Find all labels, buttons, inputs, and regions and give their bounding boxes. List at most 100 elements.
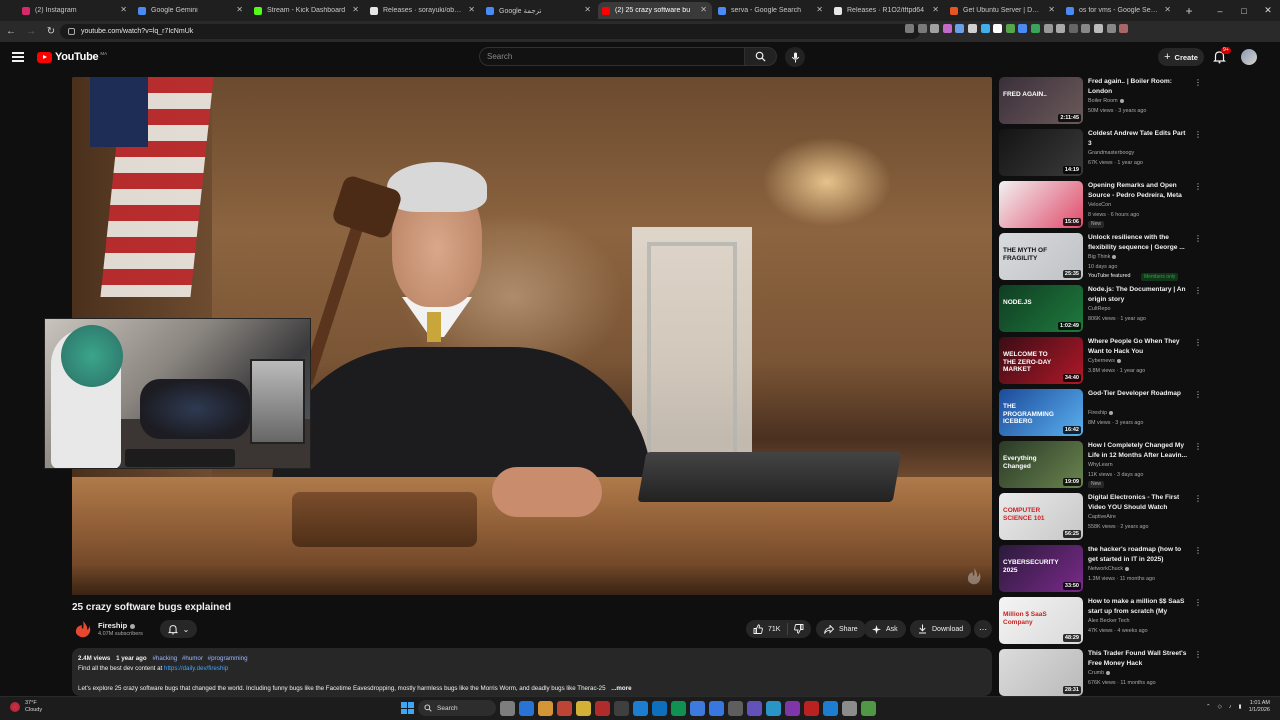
browser-tab[interactable]: (2) Instagram ✕ <box>18 2 132 19</box>
description-link[interactable]: https://daily.dev/fireship <box>164 665 228 672</box>
reload-icon[interactable]: ↻ <box>42 23 60 41</box>
browser-tab[interactable]: Google ترجمة ✕ <box>482 2 596 19</box>
extension-icon[interactable] <box>1056 24 1066 33</box>
recommended-video[interactable]: THE MYTH OF FRAGILITY 25:35 Unlock resilie… <box>999 233 1204 281</box>
video-thumbnail[interactable]: Million $ SaaS Company 48:29 <box>999 597 1083 644</box>
more-actions-button[interactable]: ⋯ <box>974 620 992 638</box>
recommended-video-title[interactable]: How to make a million $$ SaaS start up f… <box>1088 597 1188 616</box>
wifi-icon[interactable]: ◇ <box>1218 704 1222 710</box>
extension-icon[interactable] <box>1030 24 1040 33</box>
browser-tab[interactable]: os for vms - Google Search ✕ <box>1062 2 1176 19</box>
taskbar-app-icon[interactable] <box>538 700 553 716</box>
minimize-icon[interactable]: – <box>1208 0 1232 21</box>
extension-icon[interactable] <box>930 24 940 33</box>
video-thumbnail[interactable]: THE PROGRAMMING ICEBERG 16:42 <box>999 389 1083 436</box>
taskbar-app-icon[interactable] <box>614 700 629 716</box>
taskbar-search[interactable]: Search <box>418 700 496 716</box>
taskbar-app-icon[interactable] <box>671 700 686 716</box>
recommended-video[interactable]: THE PROGRAMMING ICEBERG 16:42 God-Tier Dev… <box>999 389 1204 437</box>
show-more-link[interactable]: ...more <box>611 685 631 692</box>
taskbar-app-icon[interactable] <box>747 700 762 716</box>
video-thumbnail[interactable]: 14:19 <box>999 129 1083 176</box>
extension-icon[interactable] <box>1043 24 1053 33</box>
more-vertical-icon[interactable]: ⋮ <box>1194 390 1202 399</box>
volume-icon[interactable]: ♪ <box>1229 704 1232 710</box>
taskbar-app-icon[interactable] <box>633 700 648 716</box>
more-vertical-icon[interactable]: ⋮ <box>1194 650 1202 659</box>
more-vertical-icon[interactable]: ⋮ <box>1194 546 1202 555</box>
like-button[interactable]: 71K <box>746 623 789 635</box>
more-vertical-icon[interactable]: ⋮ <box>1194 494 1202 503</box>
description-box[interactable]: 2.4M views 1 year ago #hacking #humor #p… <box>72 648 992 696</box>
extension-icon[interactable] <box>955 24 965 33</box>
close-tab-icon[interactable]: ✕ <box>700 5 707 14</box>
recommended-video[interactable]: Everything Changed 19:09 How I Completely … <box>999 441 1204 489</box>
windows-start-icon[interactable] <box>400 701 414 715</box>
video-thumbnail[interactable]: COMPUTER SCIENCE 101 56:25 <box>999 493 1083 540</box>
video-thumbnail[interactable]: WELCOME TO THE ZERO-DAY MARKET 34:40 <box>999 337 1083 384</box>
taskbar-app-icon[interactable] <box>842 700 857 716</box>
taskbar-app-icon[interactable] <box>785 700 800 716</box>
close-window-icon[interactable]: ✕ <box>1256 0 1280 21</box>
recommended-video[interactable]: NODE.JS 1:02:49 Node.js: The Documentary |… <box>999 285 1204 333</box>
recommended-channel[interactable]: Alex Becker Tech <box>1088 618 1130 624</box>
recommended-video[interactable]: 28:31 This Trader Found Wall Street's Fre… <box>999 649 1204 697</box>
recommended-video[interactable]: COMPUTER SCIENCE 101 56:25 Digital Electro… <box>999 493 1204 541</box>
taskbar-app-icon[interactable] <box>595 700 610 716</box>
close-tab-icon[interactable]: ✕ <box>816 5 823 14</box>
close-tab-icon[interactable]: ✕ <box>584 5 591 14</box>
more-vertical-icon[interactable]: ⋮ <box>1194 182 1202 191</box>
video-thumbnail[interactable]: THE MYTH OF FRAGILITY 25:35 <box>999 233 1083 280</box>
hashtag[interactable]: #humor <box>182 655 203 662</box>
video-thumbnail[interactable]: FRED AGAIN.. 2:11:45 <box>999 77 1083 124</box>
taskbar-app-icon[interactable] <box>557 700 572 716</box>
notifications-button[interactable]: 9+ <box>1213 47 1231 64</box>
taskbar-app-icon[interactable] <box>861 700 876 716</box>
taskbar-app-icon[interactable] <box>576 700 591 716</box>
taskbar-app-icon[interactable] <box>652 700 667 716</box>
recommended-video-title[interactable]: Where People Go When They Want to Hack Y… <box>1088 337 1188 356</box>
close-tab-icon[interactable]: ✕ <box>932 5 939 14</box>
hashtag[interactable]: #hacking <box>152 655 177 662</box>
video-thumbnail[interactable]: NODE.JS 1:02:49 <box>999 285 1083 332</box>
browser-tab[interactable]: Releases · sorayuki/obs-multi ✕ <box>366 2 480 19</box>
recommended-video-title[interactable]: This Trader Found Wall Street's Free Mon… <box>1088 649 1188 668</box>
extension-icon[interactable] <box>980 24 990 33</box>
taskbar-app-icon[interactable] <box>709 700 724 716</box>
recommended-video-title[interactable]: How I Completely Changed My Life in 12 M… <box>1088 441 1188 460</box>
recommended-channel[interactable]: CaptiveAire <box>1088 514 1116 520</box>
voice-search-button[interactable] <box>785 47 805 67</box>
close-tab-icon[interactable]: ✕ <box>468 5 475 14</box>
video-thumbnail[interactable]: 15:06 <box>999 181 1083 228</box>
extension-icon[interactable] <box>1093 24 1103 33</box>
extension-icon[interactable] <box>1081 24 1091 33</box>
extension-icon[interactable] <box>1018 24 1028 33</box>
extension-icon[interactable] <box>942 24 952 33</box>
recommended-video[interactable]: 15:06 Opening Remarks and Open Source - P… <box>999 181 1204 229</box>
site-info-icon[interactable] <box>68 28 75 35</box>
clock[interactable]: 1:01 AM 1/1/2026 <box>1249 700 1270 714</box>
recommended-video-title[interactable]: Unlock resilience with the flexibility s… <box>1088 233 1188 252</box>
video-thumbnail[interactable]: 28:31 <box>999 649 1083 696</box>
search-button[interactable] <box>745 47 777 66</box>
recommended-channel[interactable]: Cybernews <box>1088 358 1121 364</box>
close-tab-icon[interactable]: ✕ <box>352 5 359 14</box>
more-vertical-icon[interactable]: ⋮ <box>1194 442 1202 451</box>
youtube-logo[interactable]: YouTube MA <box>37 51 107 63</box>
more-vertical-icon[interactable]: ⋮ <box>1194 234 1202 243</box>
taskbar-app-icon[interactable] <box>728 700 743 716</box>
recommended-channel[interactable]: CultRepo <box>1088 306 1110 312</box>
forward-icon[interactable]: → <box>22 23 40 41</box>
recommended-channel[interactable]: Grandmasterboogy <box>1088 150 1134 156</box>
taskbar-app-icon[interactable] <box>804 700 819 716</box>
recommended-video-title[interactable]: Fred again.. | Boiler Room: London <box>1088 77 1188 96</box>
recommended-video-title[interactable]: Opening Remarks and Open Source - Pedro … <box>1088 181 1188 200</box>
browser-tab[interactable]: Get Ubuntu Server | Downlo ✕ <box>946 2 1060 19</box>
taskbar-app-icon[interactable] <box>823 700 838 716</box>
url-bar[interactable]: youtube.com/watch?v=lq_r7IcNmUk <box>60 24 920 39</box>
recommended-video[interactable]: 14:19 Coldest Andrew Tate Edits Part 3 Gra… <box>999 129 1204 177</box>
video-thumbnail[interactable]: CYBERSECURITY 2025 33:50 <box>999 545 1083 592</box>
browser-tab[interactable]: serva - Google Search ✕ <box>714 2 828 19</box>
extension-icon[interactable] <box>917 24 927 33</box>
extension-icon[interactable] <box>967 24 977 33</box>
